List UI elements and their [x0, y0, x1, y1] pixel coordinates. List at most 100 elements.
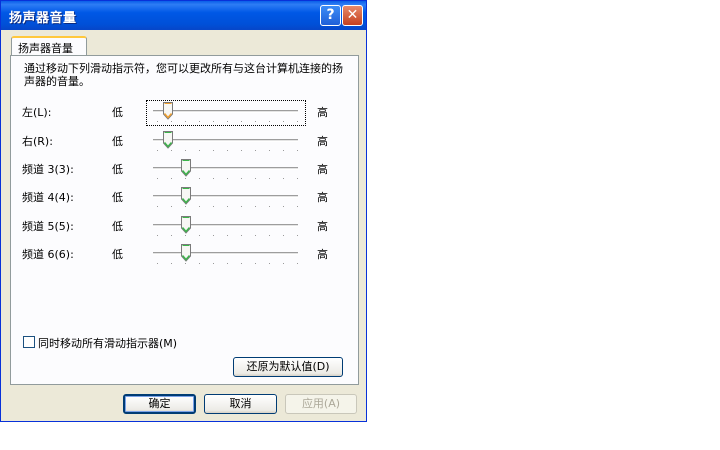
slider-tick: [171, 235, 172, 236]
slider-tick: [255, 235, 256, 236]
slider-track[interactable]: [153, 139, 298, 142]
tab-speaker-volume[interactable]: 扬声器音量: [11, 36, 87, 56]
slider-tick: [255, 263, 256, 264]
slider-tick: [297, 235, 298, 236]
slider-tick: [241, 121, 242, 122]
slider-tick: [241, 178, 242, 179]
slider-tick: [171, 263, 172, 264]
slider-label: 频道 4(4):: [22, 191, 74, 204]
slider-track[interactable]: [153, 167, 298, 170]
title-bar[interactable]: 扬声器音量 ? ✕: [1, 1, 366, 30]
slider-tick: [199, 150, 200, 151]
slider-low-label: 低: [112, 106, 123, 119]
slider-tick: [213, 206, 214, 207]
slider-thumb-icon: [181, 216, 192, 234]
slider-label: 频道 3(3):: [22, 163, 74, 176]
slider-tick: [157, 235, 158, 236]
slider-tick: [185, 150, 186, 151]
slider-thumb-focused[interactable]: [162, 102, 173, 120]
slider-tick: [283, 150, 284, 151]
slider-thumb[interactable]: [162, 131, 173, 149]
slider-thumb[interactable]: [181, 159, 192, 177]
slider-label: 频道 6(6):: [22, 248, 74, 261]
help-button[interactable]: ?: [320, 5, 341, 26]
slider-tick: [255, 178, 256, 179]
slider-high-label: 高: [317, 220, 328, 233]
slider-tick: [283, 235, 284, 236]
slider-tick: [157, 150, 158, 151]
slider-tick: [213, 150, 214, 151]
slider-high-label: 高: [317, 106, 328, 119]
slider-low-label: 低: [112, 191, 123, 204]
slider-tick: [241, 206, 242, 207]
slider-thumb-icon: [181, 244, 192, 262]
slider-high-label: 高: [317, 191, 328, 204]
slider-label: 频道 5(5):: [22, 220, 74, 233]
slider-high-label: 高: [317, 248, 328, 261]
apply-button[interactable]: 应用(A): [285, 394, 357, 414]
slider-tick: [185, 121, 186, 122]
slider-low-label: 低: [112, 135, 123, 148]
slider-thumb[interactable]: [181, 216, 192, 234]
slider-label: 右(R):: [22, 135, 53, 148]
move-all-checkbox-label: 同时移动所有滑动指示器(M): [38, 337, 178, 350]
slider-thumb-icon: [162, 131, 173, 149]
slider-tick: [199, 263, 200, 264]
description-text: 通过移动下列滑动指示符，您可以更改所有与这台计算机连接的扬声器的音量。: [24, 62, 343, 88]
close-button[interactable]: ✕: [342, 5, 363, 26]
slider-tick: [199, 121, 200, 122]
slider-tick: [283, 263, 284, 264]
slider-tick: [157, 178, 158, 179]
slider-track[interactable]: [153, 224, 298, 227]
ok-button[interactable]: 确定: [123, 394, 196, 414]
slider-tick: [297, 206, 298, 207]
slider-ticks: [157, 263, 298, 265]
slider-track[interactable]: [153, 110, 298, 113]
slider-tick: [269, 263, 270, 264]
slider-tick: [227, 235, 228, 236]
window-title: 扬声器音量: [9, 11, 77, 26]
slider-tick: [227, 150, 228, 151]
slider-tick: [297, 150, 298, 151]
slider-tick: [283, 121, 284, 122]
cancel-button[interactable]: 取消: [204, 394, 277, 414]
slider-tick: [185, 235, 186, 236]
slider-tick: [255, 206, 256, 207]
slider-thumb-icon: [181, 159, 192, 177]
slider-tick: [283, 206, 284, 207]
slider-tick: [269, 121, 270, 122]
slider-track[interactable]: [153, 195, 298, 198]
slider-thumb-icon: [181, 187, 192, 205]
slider-tick: [171, 121, 172, 122]
slider-label: 左(L):: [22, 106, 52, 119]
slider-tick: [269, 206, 270, 207]
slider-tick: [255, 121, 256, 122]
slider-thumb[interactable]: [181, 187, 192, 205]
slider-ticks: [157, 150, 298, 152]
slider-tick: [283, 178, 284, 179]
slider-thumb[interactable]: [181, 244, 192, 262]
slider-tick: [297, 178, 298, 179]
slider-tick: [297, 121, 298, 122]
slider-tick: [297, 263, 298, 264]
move-all-checkbox[interactable]: [23, 336, 35, 348]
slider-tick: [157, 121, 158, 122]
slider-tick: [199, 178, 200, 179]
slider-ticks: [157, 121, 298, 123]
slider-tick: [157, 206, 158, 207]
slider-track[interactable]: [153, 252, 298, 255]
slider-tick: [213, 121, 214, 122]
slider-high-label: 高: [317, 135, 328, 148]
slider-tick: [213, 178, 214, 179]
restore-defaults-button[interactable]: 还原为默认值(D): [233, 357, 343, 377]
slider-tick: [171, 178, 172, 179]
slider-tick: [241, 150, 242, 151]
slider-tick: [185, 263, 186, 264]
slider-tick: [241, 235, 242, 236]
slider-tick: [269, 150, 270, 151]
slider-tick: [185, 178, 186, 179]
slider-tick: [157, 263, 158, 264]
slider-tick: [241, 263, 242, 264]
slider-low-label: 低: [112, 220, 123, 233]
slider-tick: [213, 263, 214, 264]
